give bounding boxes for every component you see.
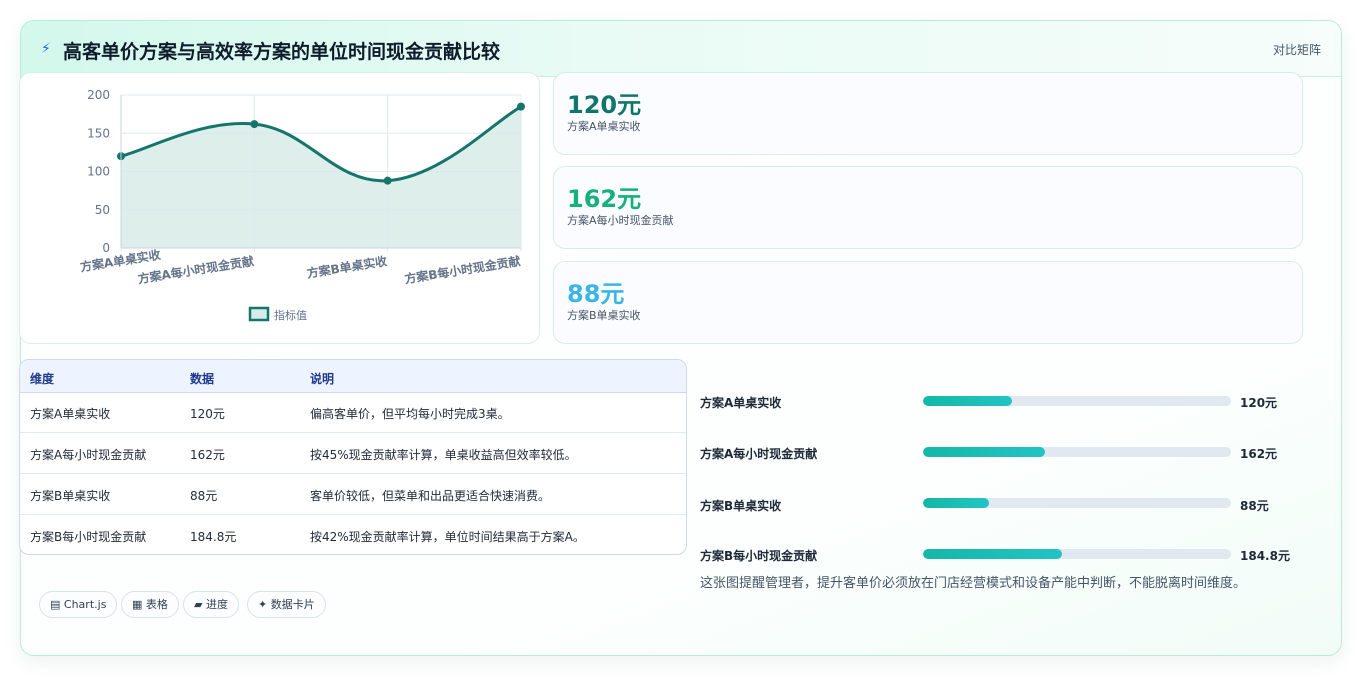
progress-value: 184.8元 (1240, 549, 1290, 563)
table-row: 方案A单桌实收 120元 偏高客单价，但平均每小时完成3桌。 (20, 393, 686, 433)
tag-label: 进度 (205, 598, 228, 611)
x-tick-label: 方案B每小时现金贡献 (403, 253, 521, 286)
table-cell: 方案A单桌实收 (30, 407, 111, 421)
legend-label: 指标值 (274, 308, 307, 322)
table-cell: 方案B每小时现金贡献 (30, 530, 147, 544)
progress-label: 方案A每小时现金贡献 (700, 447, 818, 461)
y-tick-label: 150 (87, 126, 110, 140)
data-table: 维度 数据 说明 方案A单桌实收 120元 偏高客单价，但平均每小时完成3桌。 … (19, 359, 687, 555)
table-cell: 偏高客单价，但平均每小时完成3桌。 (310, 407, 510, 421)
line-chart: 0 50 100 150 200 方案A单桌实收 方案A每小时现金贡献 方案B单桌实收 方案B每… (19, 72, 540, 344)
table-cell: 162元 (190, 448, 225, 462)
progress-track (923, 447, 1231, 457)
stat-value: 162元 (567, 185, 642, 213)
chart-svg: 050100150200方案A单桌实收方案A每小时现金贡献 方案B单桌实收 方案B每… (79, 88, 525, 322)
series-area (121, 106, 521, 249)
tag-label: 数据卡片 (270, 598, 315, 611)
table-row: 方案B每小时现金贡献 184.8元 按42%现金贡献率计算，单位时间结果高于方案… (20, 516, 686, 554)
stat-label: 方案B单桌实收 (567, 309, 641, 322)
chart-icon: ▤ (50, 598, 61, 611)
tag-table[interactable]: ▦ 表格 (121, 591, 179, 618)
progress-fill (923, 447, 1045, 457)
progress-track (923, 549, 1231, 559)
y-tick-label: 0 (102, 241, 110, 255)
stat-card-1: 162元 方案A每小时现金贡献 (553, 166, 1303, 249)
y-tick-label: 50 (95, 203, 110, 217)
stat-label: 方案A单桌实收 (567, 120, 641, 133)
table-cell: 120元 (190, 407, 225, 421)
table-cell: 184.8元 (190, 530, 237, 544)
stat-value: 120元 (567, 91, 642, 119)
stat-label: 方案A每小时现金贡献 (567, 214, 674, 227)
table-cell: 88元 (190, 489, 218, 503)
tag-label: Chart.js (63, 598, 107, 611)
tag-label: 表格 (145, 598, 168, 611)
progress-label: 方案B单桌实收 (700, 499, 782, 513)
progress-label: 方案B每小时现金贡献 (700, 549, 818, 563)
data-point (383, 176, 392, 185)
progress-label: 方案A单桌实收 (700, 396, 782, 410)
stat-card-2: 88元 方案B单桌实收 (553, 261, 1303, 344)
progress-value: 120元 (1240, 396, 1278, 410)
stat-card-0: 120元 方案A单桌实收 (553, 72, 1303, 155)
table-row: 方案B单桌实收 88元 客单价较低，但菜单和出品更适合快速消费。 (20, 475, 686, 515)
table-header-cell: 维度 (30, 372, 55, 386)
tag-data-cards[interactable]: ✦ 数据卡片 (247, 591, 326, 618)
table-header-cell: 数据 (190, 372, 215, 386)
page-title: 高客单价方案与高效率方案的单位时间现金贡献比较 (63, 41, 501, 63)
table-header: 维度 数据 说明 (20, 360, 686, 393)
table-cell: 方案B单桌实收 (30, 489, 111, 503)
progress-fill (923, 498, 990, 508)
stat-value: 88元 (567, 280, 625, 308)
tag-chartjs[interactable]: ▤ Chart.js (39, 591, 118, 618)
tag-progress[interactable]: ▰ 进度 (183, 591, 239, 618)
matrix-label: 对比矩阵 (1272, 43, 1321, 57)
x-tick-label: 方案B单桌实收 (306, 253, 389, 281)
table-icon: ▦ (132, 598, 143, 611)
lightning-icon: ⚡ (41, 41, 51, 57)
progress-value: 88元 (1240, 499, 1269, 513)
progress-value: 162元 (1240, 447, 1278, 461)
y-tick-label: 200 (87, 88, 110, 102)
sparkle-icon: ✦ (258, 598, 268, 611)
table-cell: 方案A每小时现金贡献 (30, 448, 147, 462)
data-point (517, 102, 525, 111)
progress-track (923, 498, 1231, 508)
progress-fill (923, 549, 1062, 559)
progress-icon: ▰ (194, 598, 203, 611)
summary-note: 这张图提醒管理者，提升客单价必须放在门店经营模式和设备产能中判断，不能脱离时间维… (700, 576, 1247, 591)
table-row: 方案A每小时现金贡献 162元 按45%现金贡献率计算，单桌收益高但效率较低。 (20, 434, 686, 474)
table-cell: 按45%现金贡献率计算，单桌收益高但效率较低。 (310, 448, 577, 462)
progress-track (923, 396, 1231, 406)
y-tick-label: 100 (87, 165, 110, 179)
table-header-cell: 说明 (310, 372, 335, 386)
progress-fill (923, 396, 1013, 406)
table-cell: 按42%现金贡献率计算，单位时间结果高于方案A。 (310, 530, 585, 544)
card-header: ⚡ 高客单价方案与高效率方案的单位时间现金贡献比较 对比矩阵 (21, 21, 1341, 77)
table-cell: 客单价较低，但菜单和出品更适合快速消费。 (310, 489, 551, 503)
data-point (250, 120, 259, 129)
legend-swatch (248, 306, 270, 322)
